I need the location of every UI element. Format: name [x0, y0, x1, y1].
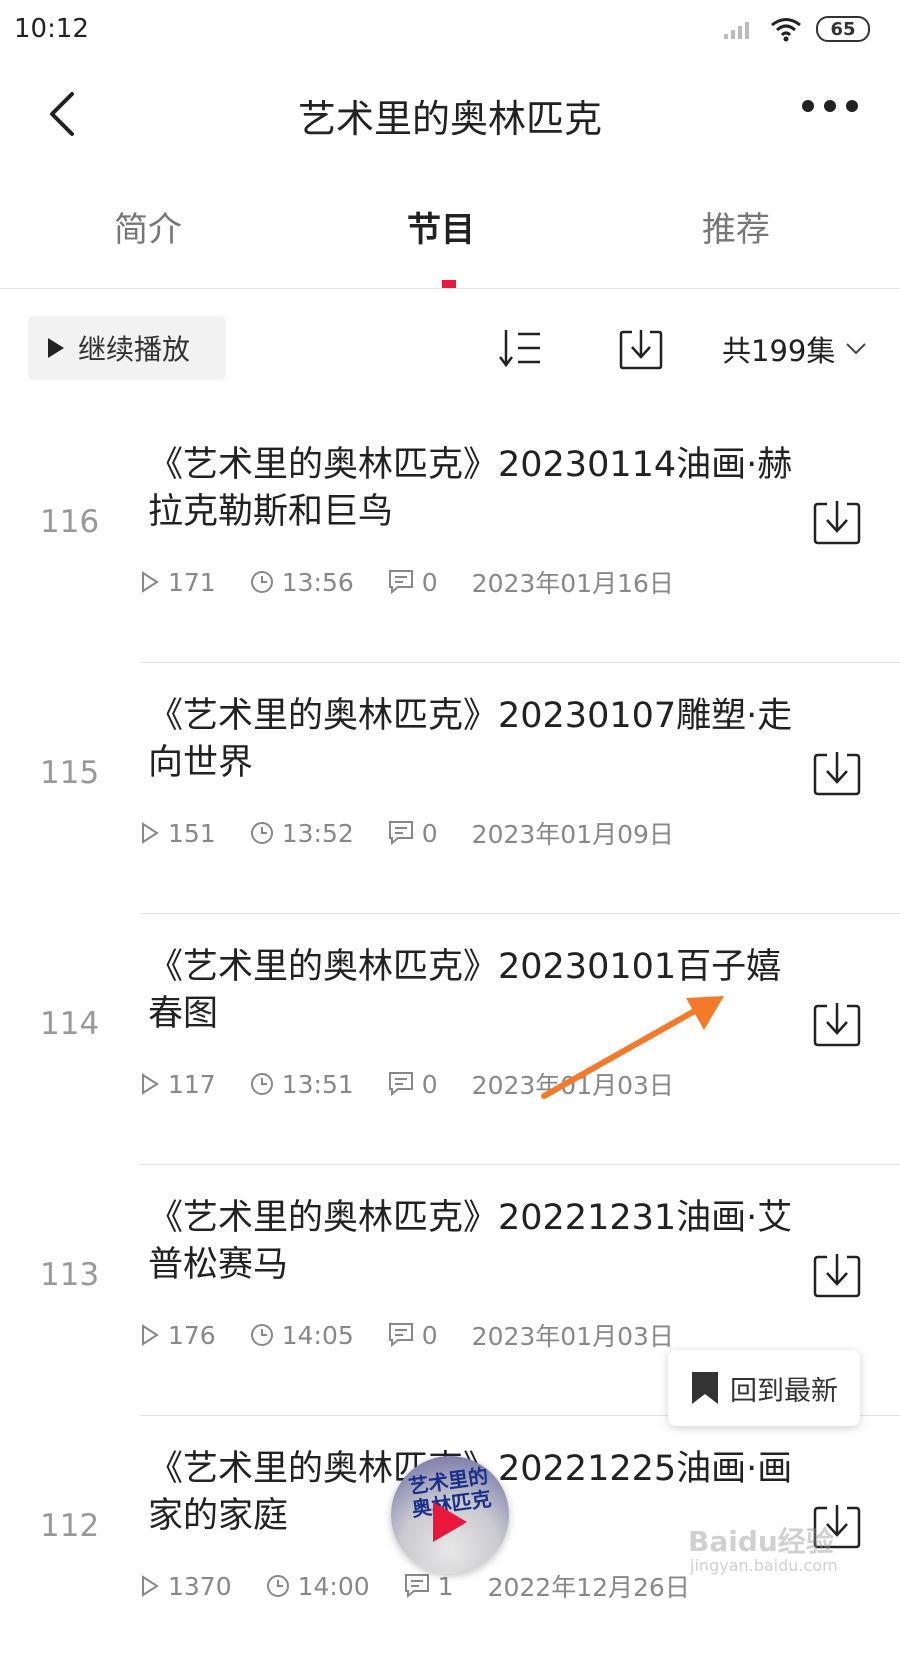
play-icon: [48, 338, 64, 358]
download-icon[interactable]: [812, 498, 862, 548]
signal-icon: [724, 22, 749, 39]
publish-date: 2023年01月03日: [471, 1322, 674, 1351]
watermark-url: jingyan.baidu.com: [690, 1556, 838, 1575]
tab-intro[interactable]: 简介: [78, 202, 218, 251]
play-count-icon: [142, 571, 159, 593]
sort-icon[interactable]: [498, 326, 544, 370]
more-options-icon[interactable]: [802, 100, 858, 112]
play-count: 151: [168, 818, 216, 848]
clock-icon: [250, 822, 273, 844]
episode-number: 116: [40, 504, 100, 540]
comment-icon: [388, 1323, 413, 1348]
clock-icon: [250, 1324, 273, 1346]
duration: 13:52: [281, 818, 354, 848]
comment-icon: [388, 570, 413, 595]
continue-play-label: 继续播放: [78, 333, 191, 366]
play-count-icon: [142, 1324, 159, 1346]
play-count-icon: [142, 1073, 159, 1095]
publish-date: 2023年01月16日: [471, 569, 674, 598]
episode-number: 114: [40, 1006, 100, 1042]
more-dot: [824, 100, 836, 112]
play-count: 117: [168, 1069, 216, 1099]
publish-date: 2023年01月03日: [471, 1071, 674, 1100]
download-icon[interactable]: [812, 1000, 862, 1050]
clock-icon: [250, 1073, 273, 1095]
tab-episodes[interactable]: 节目: [371, 202, 511, 251]
comment-icon: [404, 1574, 429, 1599]
status-bar: 10:12 65: [0, 0, 900, 62]
episode-count-selector[interactable]: 共199集: [722, 328, 867, 370]
more-dot: [846, 100, 858, 112]
play-count: 176: [168, 1320, 216, 1350]
episode-number: 115: [40, 755, 100, 791]
duration: 14:00: [297, 1571, 370, 1601]
comment-count: 0: [421, 567, 438, 597]
clock-icon: [266, 1575, 289, 1597]
play-icon: [433, 1502, 467, 1542]
continue-play-button[interactable]: 继续播放: [28, 316, 226, 380]
battery-indicator: 65: [816, 16, 870, 42]
play-count: 1370: [168, 1571, 232, 1601]
episode-title[interactable]: 《艺术里的奥林匹克》20230107雕塑·走向世界: [148, 693, 798, 787]
page-title: 艺术里的奥林匹克: [297, 97, 602, 141]
episode-item[interactable]: 115 《艺术里的奥林匹克》20230107雕塑·走向世界 151 13:52 …: [0, 663, 900, 914]
comment-icon: [388, 821, 413, 846]
nav-bar: 艺术里的奥林匹克: [0, 70, 900, 160]
episode-title[interactable]: 《艺术里的奥林匹克》20230114油画·赫拉克勒斯和巨鸟: [148, 442, 798, 536]
episode-number: 113: [40, 1257, 100, 1293]
episode-meta: 1370 14:00 1 2022年12月26日: [140, 1568, 690, 1604]
comment-count: 1: [437, 1571, 454, 1601]
episode-title[interactable]: 《艺术里的奥林匹克》20230101百子嬉春图: [148, 944, 798, 1038]
back-to-latest-button[interactable]: 回到最新: [668, 1350, 860, 1426]
status-icons: 65: [722, 16, 870, 42]
episode-meta: 171 13:56 0 2023年01月16日: [140, 564, 674, 600]
bookmark-icon: [692, 1372, 718, 1404]
episode-item[interactable]: 116 《艺术里的奥林匹克》20230114油画·赫拉克勒斯和巨鸟 171 13…: [0, 412, 900, 663]
chevron-down-icon: [846, 343, 867, 355]
episode-meta: 176 14:05 0 2023年01月03日: [140, 1317, 674, 1353]
publish-date: 2023年01月09日: [471, 820, 674, 849]
duration: 13:51: [281, 1069, 354, 1099]
mini-player[interactable]: 艺术里的奥林匹克: [391, 1456, 509, 1574]
episode-number: 112: [40, 1508, 100, 1544]
tab-bar: 简介 节目 推荐: [0, 188, 900, 289]
episode-title[interactable]: 《艺术里的奥林匹克》20221231油画·艾普松赛马: [148, 1195, 798, 1289]
active-tab-indicator: [442, 280, 456, 288]
tab-recommend[interactable]: 推荐: [666, 202, 806, 251]
comment-count: 0: [421, 1069, 438, 1099]
episode-meta: 151 13:52 0 2023年01月09日: [140, 815, 674, 851]
play-count: 171: [168, 567, 216, 597]
play-count-icon: [142, 1575, 159, 1597]
download-icon[interactable]: [812, 1251, 862, 1301]
download-all-icon[interactable]: [618, 326, 664, 372]
more-dot: [802, 100, 814, 112]
publish-date: 2022年12月26日: [487, 1573, 690, 1602]
episode-count-label: 共199集: [722, 334, 836, 368]
episode-toolbar: 继续播放 共199集: [0, 316, 900, 380]
comment-count: 0: [421, 818, 438, 848]
episode-item[interactable]: 114 《艺术里的奥林匹克》20230101百子嬉春图 117 13:51 0 …: [0, 914, 900, 1165]
clock-icon: [250, 571, 273, 593]
comment-count: 0: [421, 1320, 438, 1350]
status-time: 10:12: [14, 14, 89, 44]
watermark: Baidu经验: [688, 1525, 834, 1558]
episode-meta: 117 13:51 0 2023年01月03日: [140, 1066, 674, 1102]
play-count-icon: [142, 822, 159, 844]
download-icon[interactable]: [812, 749, 862, 799]
comment-icon: [388, 1072, 413, 1097]
back-to-latest-label: 回到最新: [730, 1375, 838, 1407]
duration: 13:56: [281, 567, 354, 597]
wifi-icon: [771, 18, 801, 42]
duration: 14:05: [281, 1320, 354, 1350]
